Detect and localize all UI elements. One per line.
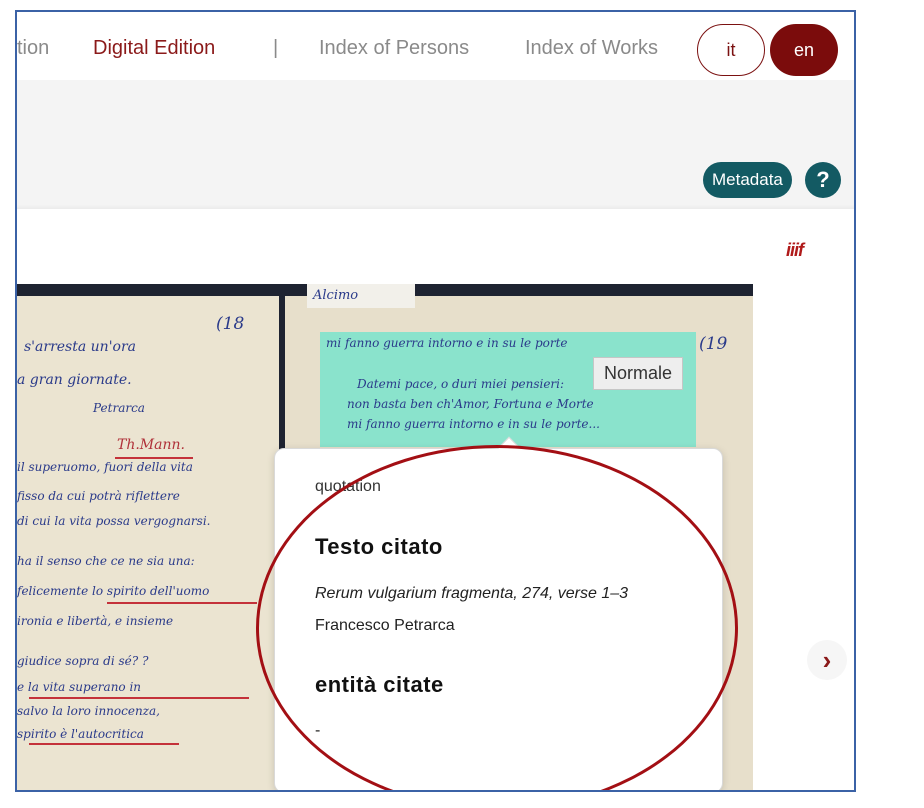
handwritten-line: ha il senso che ce ne sia una: — [17, 554, 195, 568]
help-icon[interactable]: ? — [805, 162, 841, 198]
popover-title: Testo citato — [315, 534, 443, 559]
red-underline — [115, 457, 193, 459]
handwritten-line: Th.Mann. — [117, 437, 185, 453]
manuscript-header-text: Alcimo — [313, 288, 359, 303]
nav-separator: | — [273, 37, 279, 59]
handwritten-line: mi fanno guerra intorno e in su le porte — [326, 336, 568, 350]
browser-frame: tion Digital Edition | Index of Persons … — [15, 10, 856, 792]
handwritten-line: giudice sopra di sé? ? — [17, 654, 149, 668]
iiif-logo-icon[interactable]: iiif — [786, 240, 804, 261]
red-underline — [29, 697, 249, 699]
metadata-button[interactable]: Metadata — [703, 162, 792, 198]
language-en-button[interactable]: en — [770, 24, 838, 76]
handwritten-line: il superuomo, fuori della vita — [17, 460, 193, 474]
handwritten-line: non basta ben ch'Amor, Fortuna e Morte — [347, 397, 594, 411]
nav-item-index-of-persons[interactable]: Index of Persons — [319, 37, 469, 60]
nav-item-index-of-works[interactable]: Index of Works — [525, 37, 658, 60]
handwritten-line: Petrarca — [93, 401, 145, 415]
nav-item-partial[interactable]: tion — [17, 37, 49, 60]
handwritten-line: spirito è l'autocritica — [17, 727, 144, 741]
popover-work-reference[interactable]: Rerum vulgarium fragmenta, 274, verse 1–… — [315, 585, 628, 603]
left-page-number: (18 — [216, 314, 245, 334]
handwritten-line: Datemi pace, o duri miei pensieri: — [357, 377, 565, 391]
popover-author[interactable]: Francesco Petrarca — [315, 617, 455, 635]
handwritten-line: di cui la vita possa vergognarsi. — [17, 514, 211, 528]
handwritten-line: mi fanno guerra intorno e in su le porte… — [347, 417, 600, 431]
right-page-number: (19 — [699, 334, 728, 354]
popover-entities-title: entità citate — [315, 672, 444, 697]
header-band — [17, 80, 854, 220]
next-page-chevron-icon[interactable]: › — [807, 640, 847, 680]
highlight-style-tooltip: Normale — [593, 357, 684, 390]
handwritten-line: fisso da cui potrà riflettere — [17, 489, 180, 503]
handwritten-line: e la vita superano in — [17, 680, 142, 694]
popover-type-label: quotation — [315, 478, 381, 495]
handwritten-line: s'arresta un'ora — [24, 339, 137, 355]
handwritten-line: felicemente lo spirito dell'uomo — [17, 584, 210, 598]
popover-entities-value: - — [315, 722, 321, 739]
top-navigation: tion Digital Edition | Index of Persons … — [17, 12, 854, 80]
language-it-button[interactable]: it — [697, 24, 765, 76]
handwritten-line: a gran giornate. — [17, 372, 132, 388]
red-underline — [107, 602, 257, 604]
handwritten-line: ironia e libertà, e insieme — [17, 614, 174, 628]
nav-item-digital-edition[interactable]: Digital Edition — [93, 37, 215, 60]
handwritten-line: salvo la loro innocenza, — [17, 704, 160, 718]
red-underline — [29, 743, 179, 745]
